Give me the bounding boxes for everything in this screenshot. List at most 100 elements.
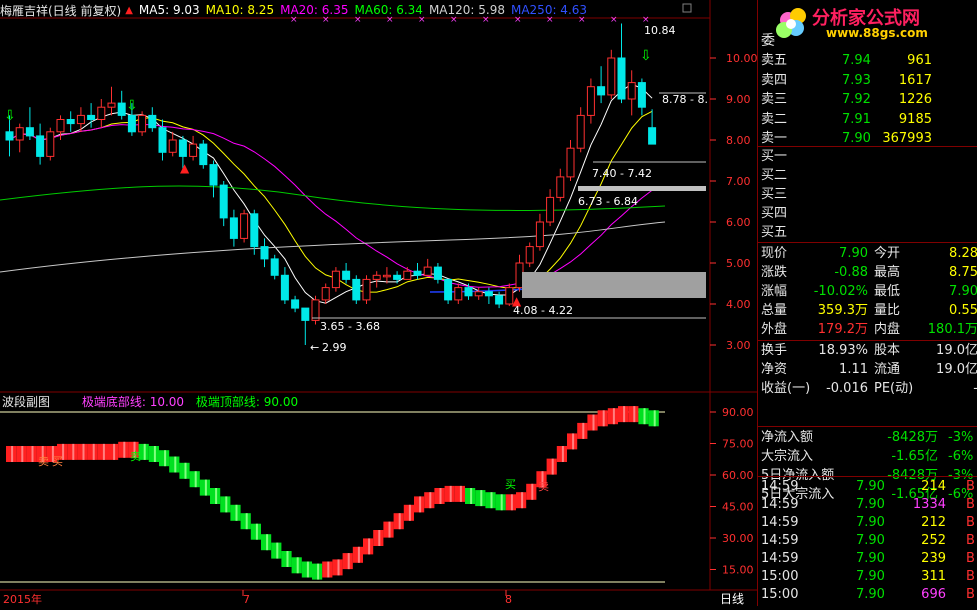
stats-label-2: 股本 <box>874 343 901 358</box>
sell-label: 卖三 <box>761 92 788 107</box>
annotation-r1: 8.78 - 8. <box>662 93 708 106</box>
sell-row: 卖二 7.91 9185 <box>758 111 977 129</box>
tick-price: 7.90 <box>856 587 885 602</box>
tick-price: 7.90 <box>856 515 885 530</box>
band-highlight <box>337 559 340 576</box>
tick-volume: 1334 <box>912 497 946 512</box>
annotation-low: 2.99 <box>322 341 347 354</box>
buy-label: 买五 <box>761 225 788 240</box>
candle-body <box>648 127 657 145</box>
candle-body <box>158 127 167 153</box>
quote-value: -10.02% <box>813 284 868 299</box>
stats-value-2: 19.0亿 <box>936 343 977 358</box>
band-highlight <box>296 557 299 574</box>
quote-label: 现价 <box>761 246 788 261</box>
candle-body <box>474 291 483 297</box>
quote-value-2: 7.90 <box>949 284 977 299</box>
tick-price: 7.90 <box>856 569 885 584</box>
flow-value: -1.65亿 <box>891 449 938 464</box>
stats-label: 收益(一) <box>761 381 811 396</box>
candle-body <box>250 213 259 248</box>
tick-volume: 311 <box>921 569 946 584</box>
period-label[interactable]: 日线 <box>720 592 744 606</box>
candle-body <box>566 147 575 178</box>
bottom-line-label: 极端底部线: 10.00 <box>81 395 185 409</box>
price-tick-label: 3.00 <box>726 339 751 352</box>
sub-tick-label: 75.00 <box>722 438 754 451</box>
candle-body <box>444 278 453 301</box>
candlestick-chart[interactable]: 卖买卖买 卖⇩⇩⇩▲▲× × × × × × × × × × × × 10.009.008.007.00… <box>0 0 758 606</box>
stock-title[interactable]: 梅雁吉祥(日线 前复权) <box>0 2 121 19</box>
ma5-label: MA5: 9.03 <box>138 3 200 17</box>
candle-body <box>556 176 565 198</box>
quote-label: 外盘 <box>761 322 788 337</box>
flow-percent: -3% <box>948 430 974 445</box>
stats-label: 换手 <box>761 343 788 358</box>
tick-row: 15:00 7.90 696 B <box>758 586 977 604</box>
candle-body <box>515 262 524 289</box>
band-highlight <box>623 406 626 423</box>
band-highlight <box>470 488 473 504</box>
quote-label: 总量 <box>761 303 788 318</box>
down-arrow-icon: ⇩ <box>640 48 652 64</box>
quote-value: 7.90 <box>839 246 868 261</box>
up-arrow-icon: ▲ <box>125 4 133 16</box>
candle-body <box>535 221 544 248</box>
quote-row: 总量 359.3万 量比 0.55 <box>758 302 977 320</box>
annotation-high: 10.84 <box>644 24 676 37</box>
candle-body <box>189 143 198 157</box>
tick-side: B <box>966 479 975 494</box>
stats-value: -0.016 <box>826 381 868 396</box>
sub-header: 波段副图 极端底部线: 10.00 极端顶部线: 90.00 <box>2 393 298 410</box>
band-highlight <box>347 553 350 570</box>
band-highlight <box>31 446 34 462</box>
quote-label-2: 最低 <box>874 284 901 299</box>
chart-area[interactable]: 卖买卖买卖 ⇩ ⇩ ⇩ ▲ ▲ × × × × × × × × × × × × 10.00 9.00 8.00 7.00… <box>0 0 758 606</box>
ma60-line <box>0 185 666 211</box>
signal-mark-buy1: 买 <box>52 455 63 468</box>
candle-body <box>617 57 626 100</box>
buy-row: 买一 <box>758 148 977 166</box>
candle-body <box>280 274 289 301</box>
tick-time: 14:59 <box>761 515 799 530</box>
annotation-r3: 6.73 - 6.84 <box>578 195 638 208</box>
band-highlight <box>643 408 646 425</box>
quote-row: 涨幅 -10.02% 最低 7.90 <box>758 283 977 301</box>
tick-row: 15:00 7.90 311 B <box>758 568 977 586</box>
candle-body <box>97 106 106 120</box>
down-arrow-icon: ⇩ <box>126 98 138 114</box>
band-highlight <box>480 490 483 507</box>
price-tick-label: 9.00 <box>726 93 751 106</box>
window-control-icon[interactable] <box>682 3 692 13</box>
quote-value-2: 0.55 <box>949 303 977 318</box>
tick-row: 14:59 7.90 239 B <box>758 550 977 568</box>
tick-row: 14:59 7.90 212 B <box>758 514 977 532</box>
band-highlight <box>123 441 126 458</box>
band-highlight <box>633 406 636 423</box>
tick-volume: 252 <box>921 533 946 548</box>
candle-body <box>15 127 24 141</box>
candle-body <box>342 270 351 280</box>
tick-side: B <box>966 587 975 602</box>
candle-body <box>199 143 208 166</box>
ma20-label: MA20: 6.35 <box>280 3 349 17</box>
band-highlight <box>449 485 452 502</box>
candle-body <box>433 266 442 280</box>
candle-body <box>117 102 126 116</box>
ma120-label: MA120: 5.98 <box>428 3 505 17</box>
candle-body <box>46 131 55 157</box>
band-highlight <box>317 563 320 580</box>
ma60-label: MA60: 6.34 <box>354 3 423 17</box>
tick-price: 7.90 <box>856 497 885 512</box>
sub-title[interactable]: 波段副图 <box>2 395 50 409</box>
candle-body <box>219 184 228 219</box>
price-tick-label: 5.00 <box>726 257 751 270</box>
logo-url: www.88gs.com <box>826 26 928 40</box>
tick-row: 14:59 7.90 1334 B <box>758 496 977 514</box>
candle-body <box>546 196 555 223</box>
candle-body <box>66 119 75 125</box>
sub-tick-label: 15.00 <box>722 564 754 577</box>
band-subchart <box>6 406 659 580</box>
tick-row: 14:59 7.90 214 B <box>758 478 977 496</box>
band-highlight <box>602 410 605 427</box>
